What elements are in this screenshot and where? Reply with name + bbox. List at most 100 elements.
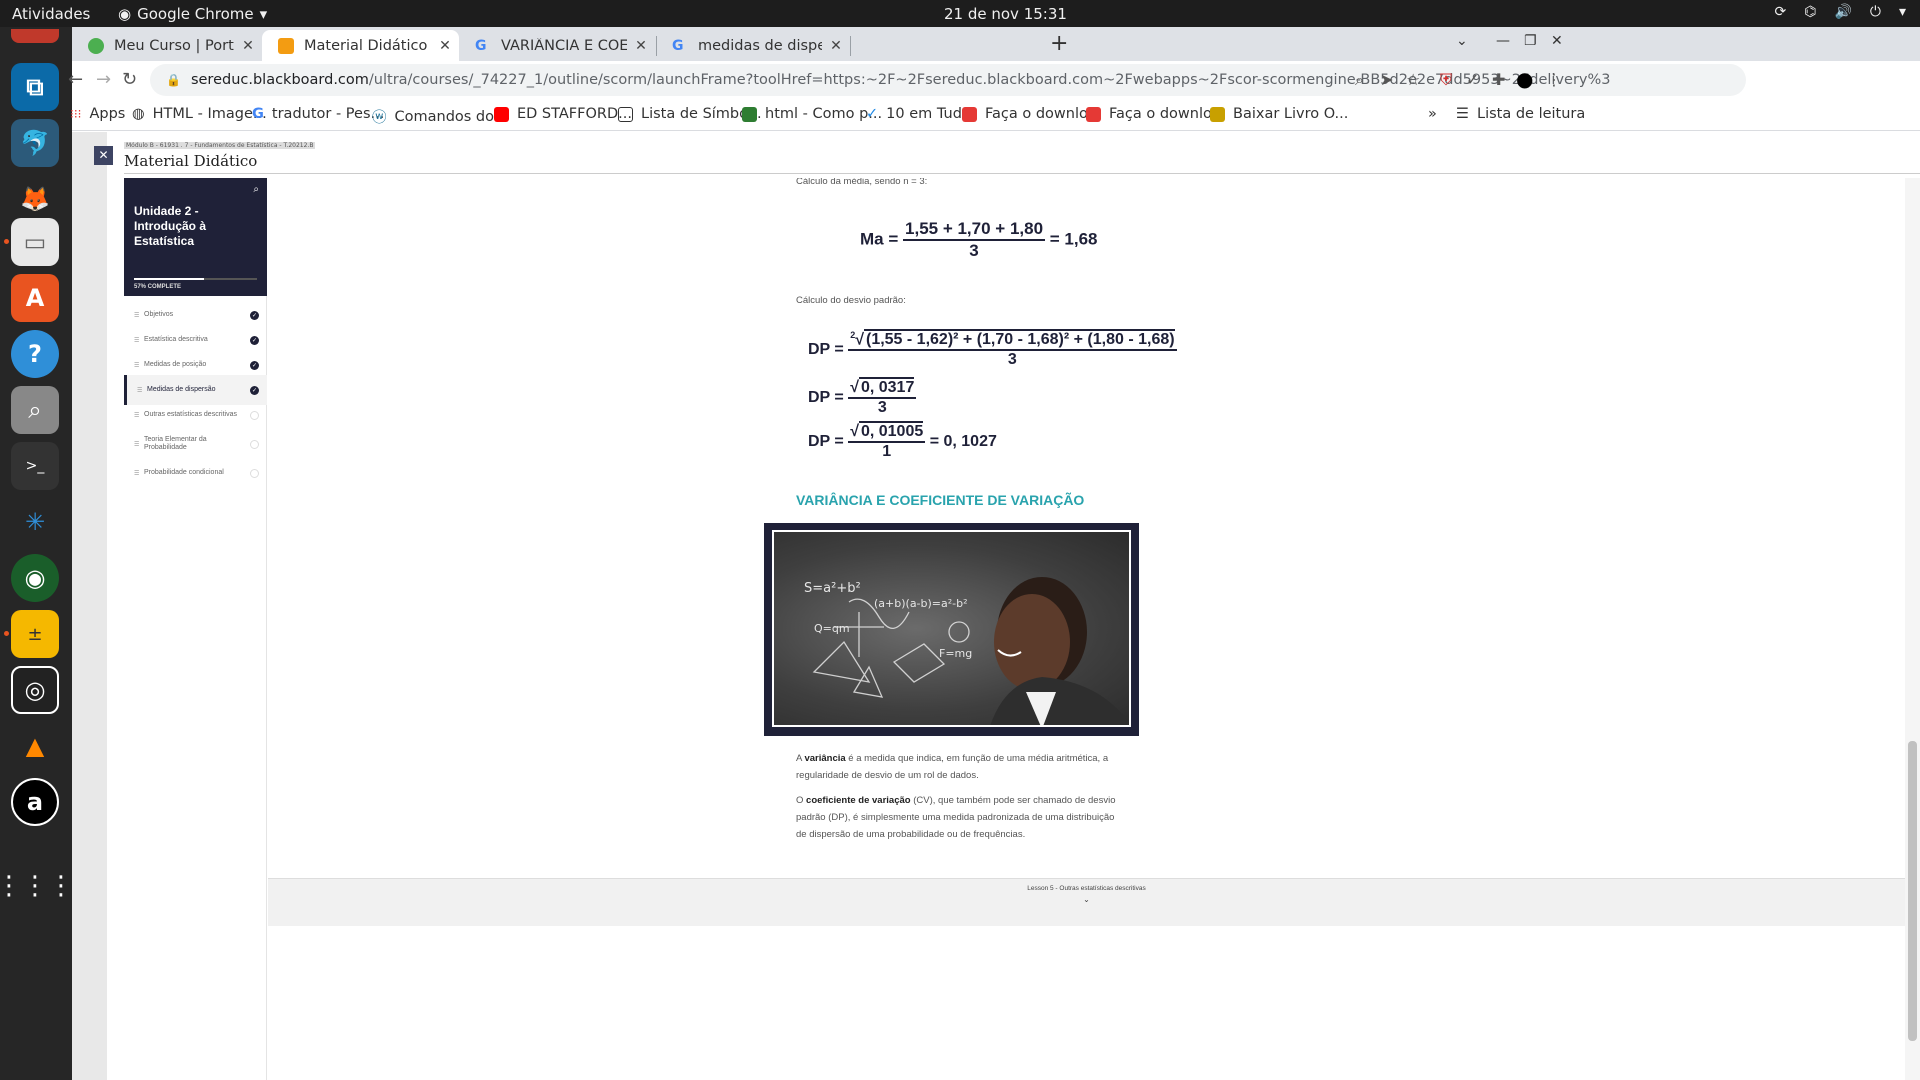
check-icon: ✓ [250,360,259,370]
calculator-icon[interactable]: ± [11,610,59,658]
reload-icon[interactable]: ↻ [122,69,137,90]
lesson-item-teoria-probabilidade[interactable]: ☰ Teoria Elementar da Probabilidade [124,429,267,459]
chevron-down-icon[interactable]: ▾ [1899,4,1906,20]
progress-bar-fill [134,278,205,280]
dp-step2-radicand: 0, 0317 [858,377,915,396]
tab-search-icon[interactable]: ⌄ [1456,33,1468,49]
app-menu[interactable]: ◉ Google Chrome ▾ [118,5,267,23]
close-icon[interactable]: ✕ [633,38,649,54]
vscode-icon[interactable]: ⧉ [11,63,59,111]
mysql-workbench-icon[interactable]: 🐬 [11,119,59,167]
tab-variancia[interactable]: G VARIÂNCIA E COEFICIENT ✕ [459,30,655,61]
download-icon [1086,106,1101,122]
extensions-icon[interactable]: ✚ [1492,70,1505,89]
blackboard-behind-panel [72,132,107,1080]
forward-icon[interactable]: → [96,69,111,90]
page-title: Material Didático [124,152,258,170]
lesson-item-outras-estatisticas[interactable]: ☰ Outras estatísticas descritivas [124,400,267,430]
url-host: sereduc.blackboard.com [190,72,369,88]
close-icon[interactable]: ✕ [240,38,256,54]
bookmark-item[interactable]: ⓦ Comandos do... [372,106,508,127]
search-icon[interactable]: ⌕ [11,386,59,434]
tab-material-didatico[interactable]: Material Didático ✕ [262,30,459,61]
search-icon[interactable]: ⌕ [253,184,259,195]
lesson-illustration: S=a²+b² (a+b)(a-b)=a²-b² Q=qm F=mg [764,523,1139,736]
close-icon[interactable]: ✕ [94,146,113,165]
favicon-icon [278,37,294,54]
tab-meu-curso[interactable]: Meu Curso | Portal do Alu ✕ [72,30,262,61]
bookmark-item[interactable]: ED STAFFORD... [494,106,632,122]
bookmark-item[interactable]: ◍ HTML - Image... [132,106,267,122]
send-icon[interactable]: ➤ [1380,70,1393,89]
scrollbar[interactable] [1905,178,1920,1080]
bookmark-item[interactable]: Faça o downlo... [962,106,1101,122]
profile-avatar[interactable]: ● [1516,67,1533,91]
tab-title: Meu Curso | Portal do Alu [114,37,234,54]
terminal-icon[interactable]: >_ [11,442,59,490]
vlc-icon[interactable]: ▲ [11,722,59,770]
lesson-icon: ☰ [134,441,140,448]
zoom-icon[interactable]: ⌕ [1355,70,1364,90]
files-icon[interactable]: ▭ [11,218,59,266]
reading-list-button[interactable]: ☰ Lista de leitura [1456,106,1585,122]
shield-icon[interactable]: ⛨ [1440,70,1452,90]
lesson-icon: ☰ [137,387,143,394]
back-icon[interactable]: ← [68,69,83,90]
bookmark-item[interactable]: ✓ 10 em Tudo [866,106,971,122]
mean-numerator: 1,55 + 1,70 + 1,80 [903,219,1046,241]
new-tab-button[interactable]: + [1050,31,1068,56]
system-top-bar: Atividades ◉ Google Chrome ▾ 21 de nov 1… [0,0,1920,27]
show-apps-icon[interactable]: ⋮⋮⋮ [0,862,74,910]
star-icon[interactable]: ☆ [1406,70,1420,89]
lesson-item-probabilidade-condicional[interactable]: ☰ Probabilidade condicional [124,458,267,488]
breadcrumb: Módulo B - 61931 . 7 - Fundamentos de Es… [124,142,316,149]
network-tool-icon[interactable]: ✳ [11,498,59,546]
help-icon[interactable]: ? [11,330,59,378]
course-outline-sidebar: ⌕ Unidade 2 - Introdução à Estatística 5… [124,178,267,1080]
mean-denominator: 3 [969,241,979,260]
download-icon [962,106,977,122]
address-bar[interactable]: 🔒 sereduc.blackboard.com/ultra/courses/_… [150,64,1746,96]
dock: ⧉ 🐬 🦊 ▭ A ? ⌕ >_ ✳ ◉ ± ◎ ▲ a ⋮⋮⋮ [0,27,74,1080]
ubuntu-software-icon[interactable]: A [11,274,59,322]
screenshot-icon[interactable]: ◎ [11,666,59,714]
bookmark-apps[interactable]: ⁝⁝⁝ Apps [70,106,125,122]
progress-bar [134,278,257,280]
google-icon: G [475,37,487,54]
amazon-icon[interactable]: a [11,778,59,826]
dock-app-partial-icon[interactable] [11,29,59,43]
bookmark-item[interactable]: html - Como p... [742,106,882,122]
power-icon[interactable]: ⏻ [1870,4,1881,20]
close-icon[interactable]: ✕ [437,38,453,54]
bookmark-item[interactable]: Gtradutor - Pes... [252,106,384,122]
bookmark-item[interactable]: Baixar Livro O... [1210,106,1348,122]
minimize-icon[interactable]: — [1496,33,1510,49]
variance-paragraph: A variância é a medida que indica, em fu… [796,753,1109,781]
next-lesson-footer[interactable]: Lesson 5 - Outras estatísticas descritiv… [268,878,1905,926]
restore-icon[interactable]: ❐ [1524,33,1537,49]
chalkboard-image: S=a²+b² (a+b)(a-b)=a²-b² Q=qm F=mg [772,530,1131,727]
book-icon [1210,106,1225,122]
clock[interactable]: 21 de nov 15:31 [944,5,1067,23]
network-icon[interactable]: ⌬ [1804,4,1816,20]
bookmark-item[interactable]: Faça o downlo... [1086,106,1225,122]
progress-label: 57% COMPLETE [134,284,182,290]
webcam-app-icon[interactable]: ◉ [11,554,59,602]
dp-intro-text: Cálculo do desvio padrão: [796,295,906,306]
close-icon[interactable]: ✕ [828,38,844,54]
close-window-icon[interactable]: ✕ [1551,33,1563,49]
activities-button[interactable]: Atividades [12,5,90,23]
system-tray[interactable]: ⟳ ⌬ 🔊 ⏻ ▾ [1774,4,1906,20]
tab-title: VARIÂNCIA E COEFICIENT [501,37,627,54]
scrollbar-thumb[interactable] [1908,741,1917,1041]
google-icon: G [252,106,264,122]
bookmark-item[interactable]: Lista de Símbo... [618,106,762,122]
gimp-icon[interactable]: 🦊 [11,175,59,223]
tab-medidas-dispersao[interactable]: G medidas de dispersão - Pe ✕ [656,30,850,61]
extension-check-icon[interactable]: ✓ [1466,70,1479,89]
volume-icon[interactable]: 🔊 [1834,4,1851,20]
more-bookmarks-icon[interactable]: » [1428,106,1437,122]
dp-step3-radicand: 0, 01005 [858,421,924,440]
update-icon[interactable]: ⟳ [1774,4,1786,20]
menu-icon[interactable]: ⋮ [1546,70,1562,89]
